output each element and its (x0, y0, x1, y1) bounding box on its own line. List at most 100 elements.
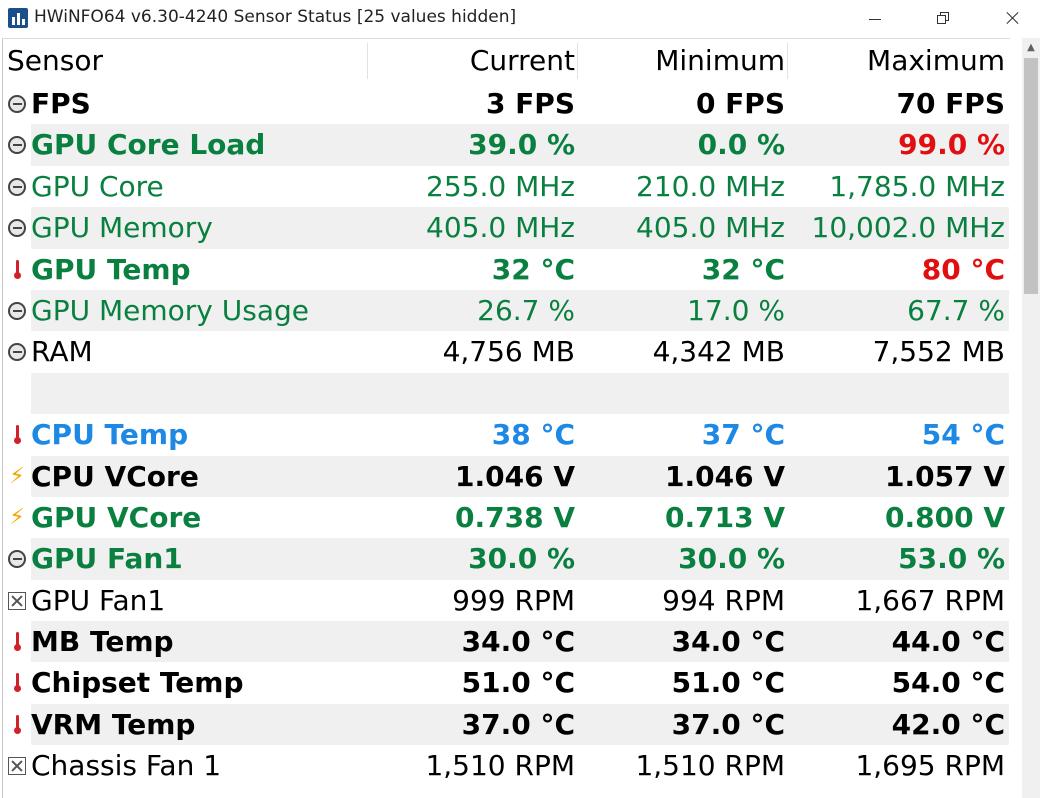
current-value: 255.0 MHz (426, 169, 575, 203)
current-value: 39.0 % (468, 128, 575, 162)
clock-icon (8, 177, 26, 196)
maximum-value: 53.0 % (898, 542, 1005, 576)
spacer-row[interactable] (3, 372, 1009, 415)
sensor-name: CPU VCore (31, 459, 199, 493)
current-value: 37.0 °C (461, 707, 575, 741)
window-title: HWiNFO64 v6.30-4240 Sensor Status [25 va… (34, 7, 517, 27)
minimum-value: 30.0 % (678, 542, 785, 576)
table-row[interactable]: MB Temp 34.0 °C 34.0 °C 44.0 °C (3, 621, 1009, 663)
sensor-name: Chassis Fan 1 (31, 749, 222, 783)
close-button[interactable] (990, 0, 1036, 36)
maximum-value: 7,552 MB (872, 335, 1005, 369)
clock-icon (8, 95, 26, 113)
sensor-name: RAM (31, 335, 93, 369)
current-value: 0.738 V (455, 500, 575, 534)
thermometer-icon (7, 423, 27, 447)
maximum-value: 1.057 V (885, 459, 1005, 493)
restore-icon (937, 12, 949, 24)
maximum-value: 67.7 % (907, 293, 1005, 327)
minimum-value: 37 °C (701, 418, 785, 452)
current-value: 1,510 RPM (425, 749, 575, 783)
restore-button[interactable] (920, 0, 966, 36)
current-value: 38 °C (491, 418, 575, 452)
title-bar[interactable]: HWiNFO64 v6.30-4240 Sensor Status [25 va… (0, 0, 1040, 38)
clock-icon (8, 136, 26, 155)
scroll-up-arrow-icon[interactable]: ▲ (1022, 38, 1040, 56)
maximum-value: 1,785.0 MHz (829, 169, 1005, 203)
minimum-value: 37.0 °C (671, 707, 785, 741)
thermometer-icon (7, 713, 27, 737)
sensor-name: GPU Temp (31, 252, 191, 286)
maximum-value: 99.0 % (898, 128, 1005, 162)
current-value: 1.046 V (455, 459, 575, 493)
current-value: 3 FPS (485, 87, 575, 120)
maximum-value: 80 °C (921, 252, 1005, 286)
table-row[interactable]: ⚡ CPU VCore 1.046 V 1.046 V 1.057 V (3, 455, 1009, 497)
sensor-name: GPU Core Load (31, 128, 266, 162)
minimum-value: 994 RPM (662, 583, 785, 617)
minimum-value: 4,342 MB (652, 335, 785, 369)
minimum-value: 405.0 MHz (636, 211, 785, 245)
column-header-sensor[interactable]: Sensor (7, 39, 367, 83)
scrollbar-thumb[interactable] (1024, 58, 1038, 294)
current-value: 999 RPM (452, 583, 575, 617)
sensor-name: GPU VCore (31, 500, 202, 534)
vertical-scrollbar[interactable]: ▲ (1022, 38, 1040, 798)
table-row[interactable]: VRM Temp 37.0 °C 37.0 °C 42.0 °C (3, 703, 1009, 746)
sensor-name: GPU Fan1 (31, 542, 183, 576)
current-value: 30.0 % (468, 542, 575, 576)
bolt-icon: ⚡ (9, 463, 25, 489)
maximum-value: 1,667 RPM (855, 583, 1005, 617)
sensor-table: Sensor Current Minimum Maximum FPS 3 FPS 0… (2, 38, 1010, 798)
table-row[interactable]: GPU Temp 32 °C 32 °C 80 °C (3, 249, 1009, 290)
sensor-name: VRM Temp (31, 707, 196, 741)
fan-icon (8, 591, 26, 610)
clock-icon (8, 343, 26, 362)
maximum-value: 44.0 °C (891, 625, 1005, 659)
table-row[interactable]: GPU Fan1 999 RPM 994 RPM 1,667 RPM (3, 580, 1009, 621)
sensor-name: FPS (31, 87, 91, 120)
maximum-value: 70 FPS (896, 87, 1005, 120)
sensor-name: Chipset Temp (31, 666, 244, 700)
table-row[interactable]: GPU Core Load 39.0 % 0.0 % 99.0 % (3, 124, 1009, 166)
maximum-value: 0.800 V (885, 500, 1005, 534)
minimize-button[interactable] (852, 0, 898, 36)
table-row[interactable]: RAM 4,756 MB 4,342 MB 7,552 MB (3, 331, 1009, 372)
table-row[interactable]: GPU Core 255.0 MHz 210.0 MHz 1,785.0 MHz (3, 166, 1009, 207)
current-value: 51.0 °C (461, 666, 575, 700)
minimum-value: 17.0 % (687, 293, 785, 327)
maximum-value: 54.0 °C (891, 666, 1005, 700)
table-row[interactable]: GPU Memory 405.0 MHz 405.0 MHz 10,002.0 MHz (3, 207, 1009, 249)
maximum-value: 42.0 °C (891, 707, 1005, 741)
table-header: Sensor Current Minimum Maximum (3, 39, 1010, 83)
close-icon (1006, 11, 1020, 25)
minimum-value: 0.713 V (665, 500, 785, 534)
minimum-value: 0 FPS (695, 87, 785, 120)
minimum-value: 1,510 RPM (635, 749, 785, 783)
column-header-maximum[interactable]: Maximum (789, 39, 1005, 83)
hwinfo-app-icon (8, 8, 28, 28)
thermometer-icon (7, 258, 27, 282)
table-row[interactable]: GPU Memory Usage 26.7 % 17.0 % 67.7 % (3, 289, 1009, 332)
bolt-icon: ⚡ (9, 504, 25, 530)
table-row[interactable]: FPS 3 FPS 0 FPS 70 FPS (3, 83, 1009, 124)
thermometer-icon (7, 671, 27, 695)
minimize-icon (869, 18, 881, 20)
maximum-value: 1,695 RPM (855, 749, 1005, 783)
table-row[interactable]: CPU Temp 38 °C 37 °C 54 °C (3, 414, 1009, 455)
maximum-value: 10,002.0 MHz (811, 211, 1006, 245)
current-value: 405.0 MHz (426, 211, 575, 245)
sensor-rows: FPS 3 FPS 0 FPS 70 FPS GPU Core Load 39.0 % 0.… (3, 83, 1009, 787)
table-row[interactable]: Chipset Temp 51.0 °C 51.0 °C 54.0 °C (3, 662, 1009, 703)
sensor-name: GPU Memory (31, 211, 213, 245)
current-value: 26.7 % (477, 293, 575, 327)
minimum-value: 0.0 % (697, 128, 785, 162)
column-header-minimum[interactable]: Minimum (579, 39, 785, 83)
table-row[interactable]: GPU Fan1 30.0 % 30.0 % 53.0 % (3, 538, 1009, 580)
table-row[interactable]: Chassis Fan 1 1,510 RPM 1,510 RPM 1,695 RPM (3, 745, 1009, 786)
sensor-name: GPU Memory Usage (31, 293, 309, 327)
table-row[interactable]: ⚡ GPU VCore 0.738 V 0.713 V 0.800 V (3, 497, 1009, 538)
minimum-value: 32 °C (701, 252, 785, 286)
column-header-current[interactable]: Current (369, 39, 575, 83)
sensor-name: MB Temp (31, 625, 174, 659)
